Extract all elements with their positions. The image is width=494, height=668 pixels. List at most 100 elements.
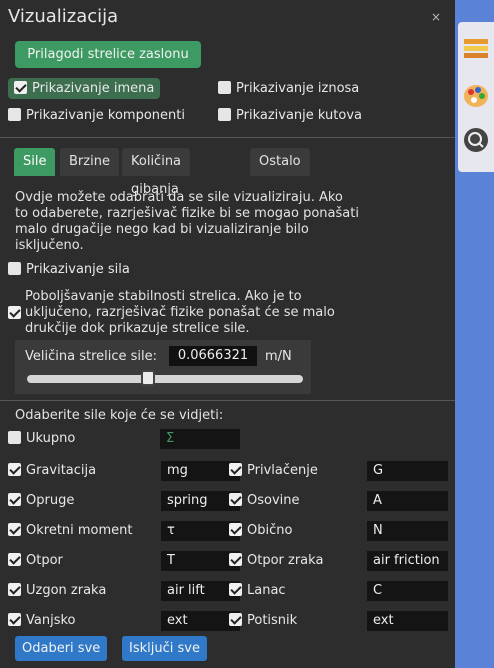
tab-velocities[interactable]: Brzine [60, 148, 119, 176]
force-row[interactable]: Gravitacija mg [8, 461, 240, 481]
force-label: Gravitacija [26, 463, 97, 478]
tab-other[interactable]: Ostalo [250, 148, 310, 176]
option-label: Prikazivanje kutova [236, 108, 362, 123]
force-checkbox[interactable]: Obično [229, 523, 292, 538]
force-label: Vanjsko [26, 613, 76, 628]
forces-description: Ovdje možete odabrati da se sile vizuali… [15, 190, 359, 253]
checkbox-checked-icon [8, 553, 21, 566]
checkbox-unchecked-icon [218, 108, 231, 121]
force-label: Ukupno [26, 431, 76, 446]
force-symbol: G [367, 461, 448, 481]
show-angles-checkbox[interactable]: Prikazivanje kutova [218, 108, 362, 123]
arrow-size-slider-track[interactable] [27, 375, 303, 383]
force-row[interactable]: Otpor T [8, 551, 240, 571]
force-row-total[interactable]: Ukupno Σ [8, 429, 248, 449]
tab-forces[interactable]: Sile [14, 148, 56, 176]
option-label: Prikazivanje sila [26, 262, 130, 277]
layers-icon[interactable] [462, 34, 490, 62]
force-label: Otpor zraka [247, 553, 324, 568]
checkbox-checked-icon [8, 463, 21, 476]
force-symbol: air friction [367, 551, 448, 571]
force-label: Opruge [26, 493, 75, 508]
force-row[interactable]: Opruge spring [8, 491, 240, 511]
divider [0, 137, 455, 138]
force-checkbox[interactable]: Privlačenje [229, 463, 318, 478]
force-label: Okretni moment [26, 523, 133, 538]
force-symbol: Σ [160, 429, 240, 449]
checkbox-unchecked-icon [8, 262, 21, 275]
checkbox-checked-icon [229, 523, 242, 536]
zoom-icon[interactable] [462, 126, 490, 154]
force-checkbox[interactable]: Uzgon zraka [8, 583, 106, 598]
force-label: Privlačenje [247, 463, 318, 478]
force-label: Uzgon zraka [26, 583, 107, 598]
show-values-checkbox[interactable]: Prikazivanje iznosa [218, 81, 359, 96]
force-checkbox[interactable]: Vanjsko [8, 613, 76, 628]
force-row[interactable]: Okretni moment τ [8, 521, 240, 541]
force-checkbox[interactable]: Okretni moment [8, 523, 133, 538]
arrow-size-slider-thumb[interactable] [141, 370, 156, 386]
close-icon[interactable]: × [431, 10, 441, 24]
force-checkbox[interactable]: Osovine [229, 493, 300, 508]
checkbox-checked-icon [8, 523, 21, 536]
force-row[interactable]: Potisnik ext [229, 611, 448, 631]
force-label: Potisnik [247, 613, 298, 628]
checkbox-unchecked-icon [218, 81, 231, 94]
option-label: Prikazivanje iznosa [236, 81, 360, 96]
force-checkbox[interactable]: Otpor zraka [229, 553, 323, 568]
show-names-checkbox[interactable]: Prikazivanje imena [8, 78, 161, 99]
force-symbol: C [367, 581, 448, 601]
checkbox-checked-icon [8, 306, 21, 319]
divider [0, 400, 455, 401]
select-all-button[interactable]: Odaberi sve [15, 636, 108, 661]
stabilize-arrows-checkbox[interactable]: Poboljšavanje stabilnosti strelica. Ako … [8, 289, 338, 337]
checkbox-checked-icon [8, 583, 21, 596]
checkbox-checked-icon [14, 81, 27, 94]
checkbox-checked-icon [8, 493, 21, 506]
force-label: Otpor [26, 553, 63, 568]
tab-momentum[interactable]: Količina gibanja [122, 148, 191, 197]
checkbox-checked-icon [8, 613, 21, 626]
checkbox-checked-icon [229, 583, 242, 596]
force-symbol: A [367, 491, 448, 511]
stabilize-label: Poboljšavanje stabilnosti strelica. Ako … [25, 289, 335, 336]
option-label: Prikazivanje imena [32, 81, 155, 96]
panel-titlebar[interactable]: Vizualizacija × [0, 0, 455, 34]
force-checkbox[interactable]: Gravitacija [8, 463, 96, 478]
force-row[interactable]: Obično N [229, 521, 448, 541]
arrow-size-label: Veličina strelice sile: [25, 349, 158, 364]
checkbox-checked-icon [229, 463, 242, 476]
deselect-all-button[interactable]: Isključi sve [122, 636, 207, 661]
fit-arrows-button[interactable]: Prilagodi strelice zaslonu [15, 41, 201, 68]
force-row[interactable]: Vanjsko ext [8, 611, 240, 631]
checkbox-checked-icon [229, 613, 242, 626]
show-forces-checkbox[interactable]: Prikazivanje sila [8, 262, 130, 277]
force-row[interactable]: Osovine A [229, 491, 448, 511]
palette-icon[interactable] [462, 82, 490, 110]
arrow-size-input[interactable]: 0.0666321 [169, 346, 257, 366]
force-label: Obično [247, 523, 293, 538]
force-label: Lanac [247, 583, 286, 598]
force-row[interactable]: Privlačenje G [229, 461, 448, 481]
checkbox-unchecked-icon [8, 431, 21, 444]
select-forces-title: Odaberite sile koje će se vidjeti: [15, 408, 224, 423]
force-checkbox[interactable]: Lanac [229, 583, 286, 598]
arrow-size-unit: m/N [265, 349, 292, 364]
force-label: Osovine [247, 493, 300, 508]
checkbox-checked-icon [229, 493, 242, 506]
force-checkbox[interactable]: Opruge [8, 493, 74, 508]
option-label: Prikazivanje komponenti [26, 108, 185, 123]
arrow-size-control: Veličina strelice sile: 0.0666321 m/N [15, 340, 311, 394]
visualization-panel: Vizualizacija × Prilagodi strelice zaslo… [0, 0, 455, 668]
force-row[interactable]: Lanac C [229, 581, 448, 601]
force-checkbox[interactable]: Otpor [8, 553, 63, 568]
force-symbol: ext [367, 611, 448, 631]
checkbox-unchecked-icon [8, 108, 21, 121]
force-checkbox[interactable]: Potisnik [229, 613, 297, 628]
show-components-checkbox[interactable]: Prikazivanje komponenti [8, 108, 185, 123]
panel-title: Vizualizacija [8, 6, 119, 27]
force-row[interactable]: Otpor zraka air friction [229, 551, 448, 571]
force-row[interactable]: Uzgon zraka air lift [8, 581, 240, 601]
checkbox-checked-icon [229, 553, 242, 566]
force-checkbox[interactable]: Ukupno [8, 431, 75, 446]
